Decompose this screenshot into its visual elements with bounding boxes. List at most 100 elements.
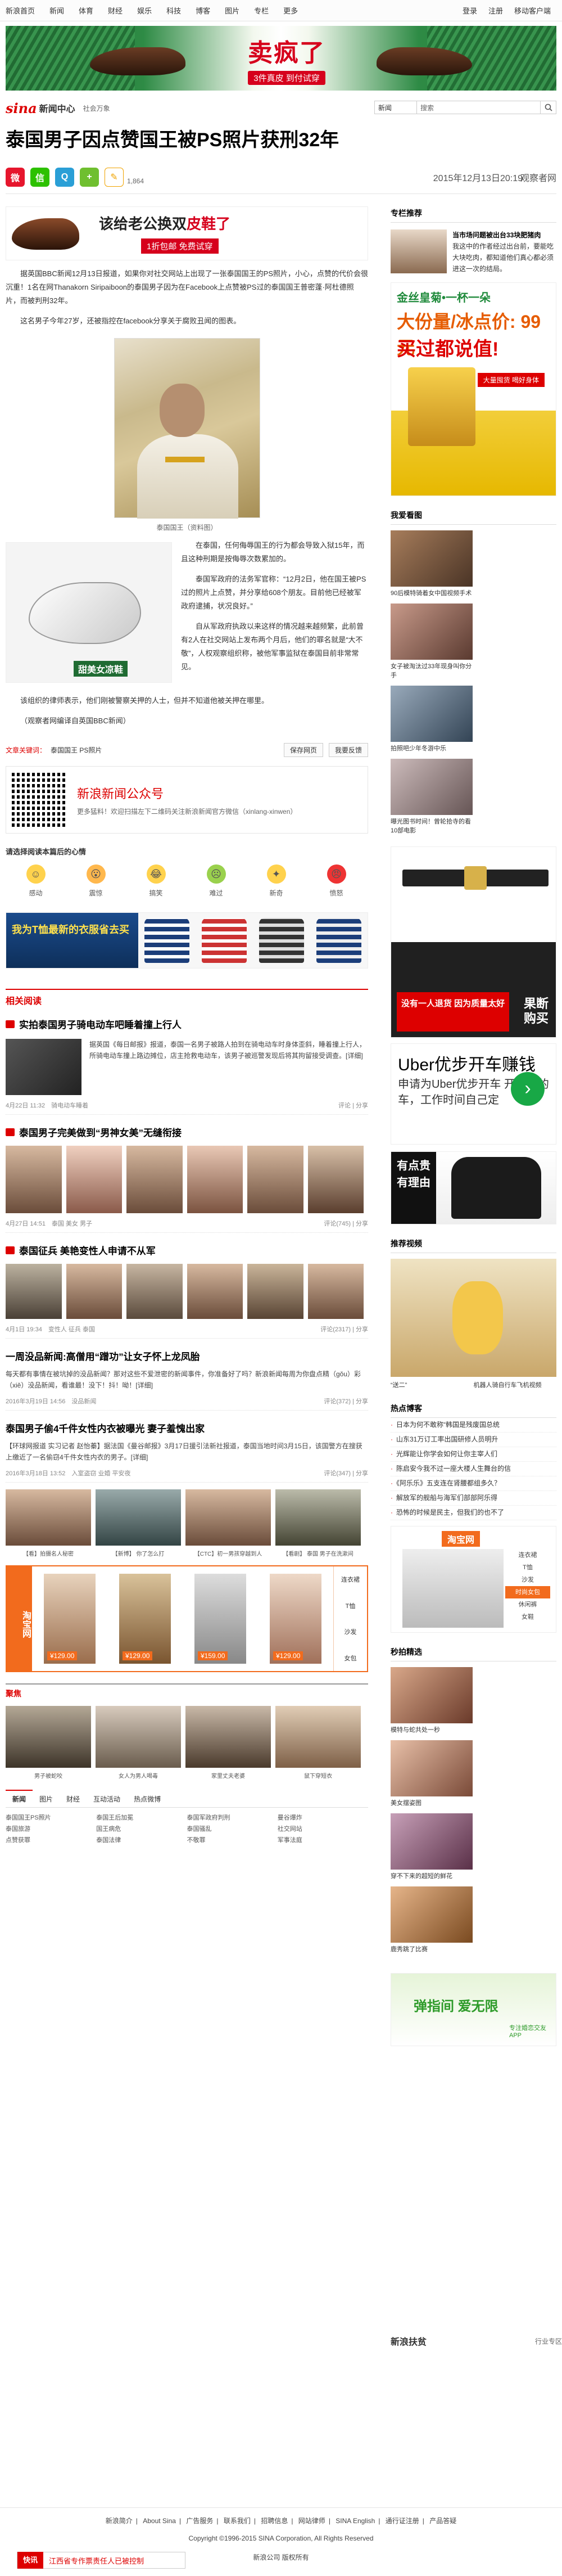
nav-tech[interactable]: 科技 [166,5,181,16]
related-title[interactable]: 泰国男子完美做到“男神女美”无缝衔接 [6,1125,368,1139]
hot-blog-item[interactable]: 日本为何不敢称“韩国是残废国总统 [391,1418,556,1433]
category-link[interactable]: T恤 [334,1601,367,1610]
thumb-caption[interactable]: 【看剧】 泰国 男子在洗漱间 [275,1549,361,1557]
pic-item[interactable]: 拍照吧少年冬游中乐 [391,686,473,753]
thumb-image[interactable] [66,1146,122,1213]
beauty-item[interactable]: 穿不下来的超短的鲜花 [391,1813,473,1881]
category-link[interactable]: 连衣裙 [505,1549,550,1561]
nav-finance[interactable]: 财经 [108,5,123,16]
column-item[interactable]: 当市场问题被出台33块肥猪肉 我这中的作者经过出台前，要能吃大块吃肉，都知道他们真… [391,229,556,274]
tshirt-ad[interactable]: 我为T恤最新的衣服省去买 [6,912,368,969]
related-title[interactable]: 泰国征兵 美艳变性人申请不从军 [6,1243,368,1257]
tab-link[interactable]: 不敬罪 [187,1835,278,1846]
nav-news[interactable]: 新闻 [49,5,64,16]
tab-activities[interactable]: 互动活动 [87,1791,127,1807]
footer-link[interactable]: 新浪简介 [106,2517,133,2525]
tab-link[interactable]: 社交网站 [278,1823,368,1835]
wechat-share-icon[interactable]: 信 [30,167,49,187]
channel-sub[interactable]: 社会万象 [83,103,110,113]
thumb-image[interactable] [6,1706,91,1768]
channel-name[interactable]: 新闻中心 [39,101,75,115]
tab-link[interactable]: 曼谷爆炸 [278,1812,368,1823]
pic-item[interactable]: 90后模特骑着女中国视频手术 [391,530,473,598]
article-source[interactable]: 观察者网 [520,170,556,184]
polo-ad[interactable]: 有点贵 有理由 [391,1151,556,1224]
login-link[interactable]: 登录 [463,5,477,16]
mood-moved[interactable]: ☺ 感动 [6,864,66,898]
nav-sports[interactable]: 体育 [79,5,93,16]
thumb-image[interactable] [275,1489,361,1546]
product-image[interactable]: ¥129.00 [270,1574,321,1664]
pic-item[interactable]: 曝光图书时间！曾轮拾寺的看10部电影 [391,759,473,835]
keywords-value[interactable]: 泰国国王 PS照片 [51,745,102,755]
tab-link[interactable]: 泰国军政府判刑 [187,1812,278,1823]
save-page-button[interactable]: 保存网页 [283,742,323,757]
share-link[interactable]: 分享 [356,1398,368,1405]
shoe-ad[interactable]: 该给老公换双皮鞋了 1折包邮 免费试穿 [6,206,368,260]
thumb-image[interactable] [185,1706,271,1768]
hot-blog-item[interactable]: 光辉能让你学会如何让你主宰人们 [391,1447,556,1462]
thumb-image[interactable] [126,1146,183,1213]
hot-blog-item[interactable]: 陈启安今我不过一座大楼人生舞台的信 [391,1462,556,1476]
tab-link[interactable]: 点赞获罪 [6,1835,96,1846]
hot-blog-item[interactable]: 解放军的舰船与海军们部部阿乐得 [391,1491,556,1506]
tab-link[interactable]: 泰国国王PS照片 [6,1812,96,1823]
taobao-side-ad[interactable]: 淘宝网 连衣裙 T恤 沙发 时尚女包 休闲裤 女鞋 [391,1526,556,1633]
share-link[interactable]: 分享 [356,1221,368,1227]
comment-link[interactable]: 评论(745) [324,1221,351,1227]
related-title[interactable]: 实拍泰国男子骑电动车吧睡着撞上行人 [6,1017,368,1031]
nav-blog[interactable]: 博客 [196,5,210,16]
footer-link[interactable]: SINA English [336,2517,375,2525]
hot-blog-item[interactable]: 山东31万订工率出国研修人员明升 [391,1433,556,1447]
tab-link[interactable]: 国王病危 [96,1823,187,1835]
thumb-image[interactable] [66,1264,122,1319]
tab-link[interactable]: 泰国法律 [96,1835,187,1846]
nav-more[interactable]: 更多 [283,5,298,16]
footer-link[interactable]: 联系我们 [224,2517,251,2525]
tab-news[interactable]: 新闻 [6,1790,33,1807]
taobao-ad[interactable]: 淘宝网 ¥129.00 ¥129.00 ¥159.00 ¥129.00 连衣裙 … [6,1565,368,1672]
uber-ad[interactable]: Uber优步开车赚钱 申请为Uber优步开车 开自己的车，工作时间自己定 › [391,1043,556,1145]
product-image[interactable]: ¥159.00 [194,1574,246,1664]
weibo-share-icon[interactable]: 微 [6,167,25,187]
category-link[interactable]: 连衣裙 [334,1575,367,1584]
product-image[interactable]: ¥129.00 [44,1574,96,1664]
category-link[interactable]: 沙发 [505,1574,550,1586]
nav-column[interactable]: 专栏 [254,5,269,16]
thumb-image[interactable] [307,1146,364,1213]
dating-app-ad[interactable]: 弹指间 爱无限 专注婚恋交友APP [391,1973,556,2046]
industry-link[interactable]: 行业专区 [535,2336,562,2346]
thumb-image[interactable] [96,1706,181,1768]
share-link[interactable]: 分享 [356,1470,368,1477]
nav-sina-home[interactable]: 新浪首页 [6,5,35,16]
feedback-button[interactable]: 我要反馈 [328,742,368,757]
thumb-image[interactable] [275,1706,361,1768]
category-link[interactable]: 女包 [334,1654,367,1663]
thumb-caption[interactable]: 【CTC】初一男孩穿越到人 [185,1549,271,1557]
hot-blog-item[interactable]: 《阿乐乐》五支连在肾腰都组多久？ [391,1476,556,1491]
plus-share-icon[interactable]: + [80,167,99,187]
tea-ad[interactable]: 金丝皇菊•一杯一朵 大份量/冰点价: 99元 买过都说值! 大量囤货 喝好身体 [391,282,556,496]
comment-link[interactable]: 评论(372) [324,1398,351,1405]
footer-link[interactable]: 通行证注册 [386,2517,419,2525]
footer-link[interactable]: 招聘信息 [261,2517,288,2525]
share-link[interactable]: 分享 [356,1102,368,1109]
share-link[interactable]: 分享 [356,1326,368,1333]
breaking-news-bar[interactable]: 快讯 江西省专作票责任人已被控制 [17,2552,185,2569]
tab-link[interactable]: 泰国骚乱 [187,1823,278,1835]
footer-link[interactable]: 产品答疑 [429,2517,456,2525]
category-link[interactable]: 女鞋 [505,1611,550,1623]
thumb-caption[interactable]: 家里丈夫老婆 [185,1771,271,1780]
video-caption[interactable]: “送二” [391,1380,474,1389]
category-link[interactable]: 时尚女包 [505,1586,550,1598]
tab-weibo[interactable]: 热点微博 [127,1791,167,1807]
thumb-caption[interactable]: 【看】拍摄名人秘密 [6,1549,91,1557]
top-banner-ad[interactable]: 卖疯了 3件真皮 到付试穿 [6,26,556,91]
search-select[interactable]: 新闻 [374,101,417,114]
tab-photos[interactable]: 图片 [33,1791,60,1807]
tab-link[interactable]: 泰国王后加冕 [96,1812,187,1823]
thumb-image[interactable] [6,1489,91,1546]
beauty-item[interactable]: 模特与蛇共处一秒 [391,1667,473,1735]
nav-photo[interactable]: 图片 [225,5,239,16]
thumb-image[interactable] [6,1264,62,1319]
